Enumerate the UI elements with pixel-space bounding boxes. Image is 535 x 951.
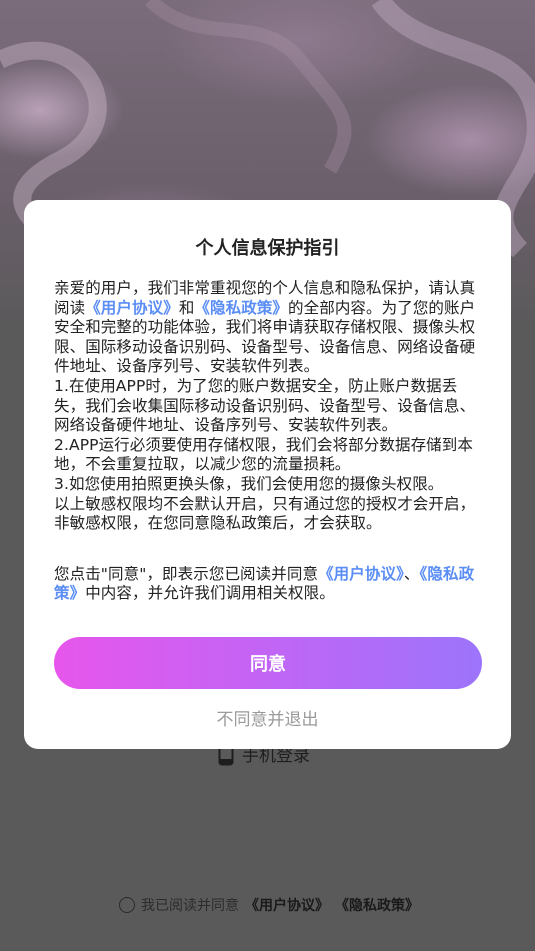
list-item: 以上敏感权限均不会默认开启，只有通过您的授权才会开启，非敏感权限，在您同意隐私政… xyxy=(54,494,476,533)
disagree-exit-button[interactable]: 不同意并退出 xyxy=(24,704,511,731)
privacy-dialog: 个人信息保护指引 亲爱的用户，我们非常重视您的个人信息和隐私保护，请认真阅读《用… xyxy=(24,200,511,749)
consent-prefix: 我已阅读并同意 xyxy=(141,898,239,914)
login-screen: 手机登录 我已阅读并同意 《用户协议》 《隐私政策》 个人信息保护指引 亲爱的用户，… xyxy=(0,0,535,951)
list-item: 3.如您使用拍照更换头像，我们会使用您的摄像头权限。 xyxy=(54,474,444,493)
user-agreement-link[interactable]: 《用户协议》 xyxy=(85,299,179,317)
dialog-body: 亲爱的用户，我们非常重视您的个人信息和隐私保护，请认真阅读《用户协议》和《隐私政… xyxy=(54,279,482,604)
radio-unchecked-icon[interactable] xyxy=(119,897,135,913)
intro-paragraph: 亲爱的用户，我们非常重视您的个人信息和隐私保护，请认真阅读《用户协议》和《隐私政… xyxy=(54,279,482,377)
separator-text: 、 xyxy=(403,564,420,583)
dialog-title: 个人信息保护指引 xyxy=(195,238,340,259)
privacy-policy-link[interactable]: 《隐私政策》 xyxy=(194,299,288,317)
confirm-paragraph: 您点击"同意"，即表示您已阅读并同意《用户协议》、《隐私政策》中内容，并允许我们… xyxy=(54,565,482,604)
privacy-policy-link[interactable]: 《隐私政策》 xyxy=(335,895,419,915)
agree-button[interactable]: 同意 xyxy=(54,637,482,689)
confirm-text: 您点击"同意"，即表示您已阅读并同意 xyxy=(54,564,319,583)
and-text: 和 xyxy=(178,298,195,317)
consent-row: 我已阅读并同意 《用户协议》 《隐私政策》 xyxy=(119,895,419,915)
confirm-text-continued: 中内容，并允许我们调用相关权限。 xyxy=(85,584,335,603)
user-agreement-link[interactable]: 《用户协议》 xyxy=(245,895,329,915)
list-item: 1.在使用APP时，为了您的账户数据安全，防止账户数据丢失，我们会收集国际移动设… xyxy=(54,376,476,435)
user-agreement-link[interactable]: 《用户协议》 xyxy=(318,565,404,583)
list-item: 2.APP运行必须要使用存储权限，我们会将部分数据存储到本地，不会重复拉取，以减… xyxy=(54,435,473,474)
